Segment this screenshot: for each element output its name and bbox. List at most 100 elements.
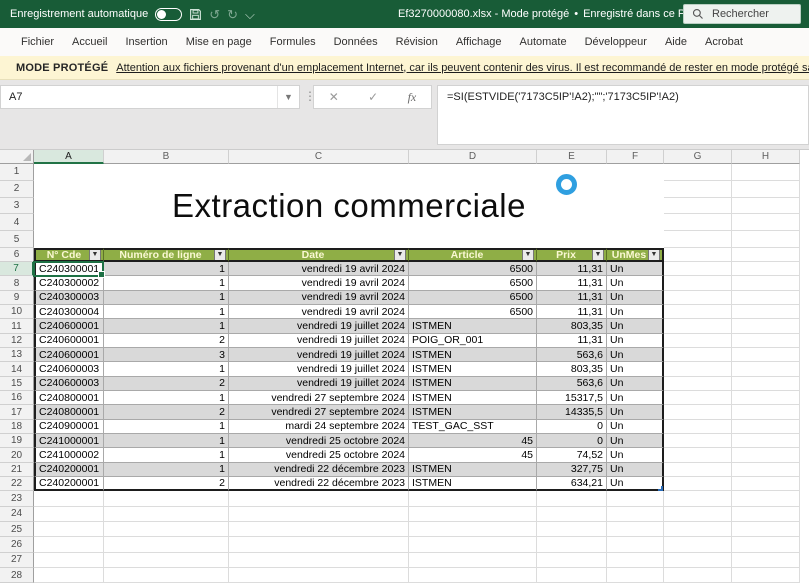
row-header-21[interactable]: 21 [0,463,34,477]
cell[interactable] [732,522,800,537]
cell-F18[interactable]: Un [607,420,664,434]
table-header-2[interactable]: Date▼ [229,248,409,262]
cell-E9[interactable]: 11,31 [537,291,607,305]
cell-D14[interactable]: ISTMEN [409,362,537,376]
cell[interactable] [664,537,732,552]
cell[interactable] [34,568,104,583]
cell-C9[interactable]: vendredi 19 avril 2024 [229,291,409,305]
formula-input[interactable]: =SI(ESTVIDE('7173C5IP'!A2);"";'7173C5IP'… [437,85,809,145]
cell-A12[interactable]: C240600001 [34,334,104,348]
filter-dropdown-icon[interactable]: ▼ [394,249,406,261]
table-header-3[interactable]: Article▼ [409,248,537,262]
cell[interactable] [732,198,800,215]
column-header-B[interactable]: B [104,150,229,164]
tab-accueil[interactable]: Accueil [63,28,116,56]
row-header-28[interactable]: 28 [0,568,34,583]
cell[interactable] [732,553,800,568]
cell-C14[interactable]: vendredi 19 juillet 2024 [229,362,409,376]
cell-F21[interactable]: Un [607,463,664,477]
cell-C19[interactable]: vendredi 25 octobre 2024 [229,434,409,448]
row-header-14[interactable]: 14 [0,362,34,376]
cell-F16[interactable]: Un [607,391,664,405]
name-box-dropdown-icon[interactable]: ▼ [277,86,299,108]
cell-B11[interactable]: 1 [104,319,229,333]
cell[interactable] [664,348,732,362]
cell-A13[interactable]: C240600001 [34,348,104,362]
saved-status[interactable]: Enregistré dans ce PC [583,8,693,20]
cell[interactable] [537,568,607,583]
cell[interactable] [104,553,229,568]
insert-function-icon[interactable]: fx [408,90,417,105]
cell-D18[interactable]: TEST_GAC_SST [409,420,537,434]
cell[interactable] [732,291,800,305]
cell[interactable] [229,537,409,552]
cell-F10[interactable]: Un [607,305,664,319]
cell[interactable] [664,214,732,231]
cell-F9[interactable]: Un [607,291,664,305]
cell[interactable] [409,568,537,583]
cell-D9[interactable]: 6500 [409,291,537,305]
cell-B22[interactable]: 2 [104,477,229,491]
cell-F14[interactable]: Un [607,362,664,376]
banner-message-link[interactable]: Attention aux fichiers provenant d'un em… [116,62,809,74]
row-header-17[interactable]: 17 [0,405,34,419]
tab-formules[interactable]: Formules [261,28,325,56]
cell-F7[interactable]: Un [607,262,664,276]
cell[interactable] [607,507,664,522]
cell-F13[interactable]: Un [607,348,664,362]
cell[interactable] [537,553,607,568]
cell[interactable] [229,507,409,522]
cell[interactable] [732,248,800,262]
row-header-7[interactable]: 7 [0,262,34,276]
name-box[interactable]: A7 ▼ [0,85,300,109]
cell[interactable] [664,262,732,276]
cell-E18[interactable]: 0 [537,420,607,434]
cell-A19[interactable]: C241000001 [34,434,104,448]
cell[interactable] [732,262,800,276]
cell-E12[interactable]: 11,31 [537,334,607,348]
cell-C20[interactable]: vendredi 25 octobre 2024 [229,448,409,462]
table-header-0[interactable]: N° Cde▼ [34,248,104,262]
cell-F11[interactable]: Un [607,319,664,333]
cell[interactable] [732,334,800,348]
cell[interactable] [34,522,104,537]
undo-icon[interactable]: ↺ [209,8,220,21]
cell-C7[interactable]: vendredi 19 avril 2024 [229,262,409,276]
cell-E17[interactable]: 14335,5 [537,405,607,419]
filter-dropdown-icon[interactable]: ▼ [214,249,226,261]
cell[interactable] [664,362,732,376]
cell[interactable] [664,377,732,391]
cell[interactable] [607,568,664,583]
cell[interactable] [229,553,409,568]
cell[interactable] [732,276,800,290]
table-header-4[interactable]: Prix▼ [537,248,607,262]
cell[interactable] [664,522,732,537]
tab-donn-es[interactable]: Données [325,28,387,56]
row-header-4[interactable]: 4 [0,214,34,231]
customize-qat-icon[interactable]: ⌵ [245,8,255,21]
save-icon[interactable] [189,8,202,21]
cell[interactable] [732,507,800,522]
cell-D22[interactable]: ISTMEN [409,477,537,491]
tab-insertion[interactable]: Insertion [116,28,176,56]
cell-F12[interactable]: Un [607,334,664,348]
row-header-18[interactable]: 18 [0,420,34,434]
cell-C17[interactable]: vendredi 27 septembre 2024 [229,405,409,419]
row-header-5[interactable]: 5 [0,231,34,248]
column-header-E[interactable]: E [537,150,607,164]
cell[interactable] [664,477,732,491]
cell-B14[interactable]: 1 [104,362,229,376]
cell[interactable] [607,522,664,537]
cell[interactable] [229,491,409,506]
tab-aide[interactable]: Aide [656,28,696,56]
cell-B7[interactable]: 1 [104,262,229,276]
tab-fichier[interactable]: Fichier [12,28,63,56]
cell[interactable] [664,276,732,290]
cell[interactable] [664,319,732,333]
row-header-1[interactable]: 1 [0,164,34,181]
cell[interactable] [229,522,409,537]
cell[interactable] [664,434,732,448]
cell-D10[interactable]: 6500 [409,305,537,319]
filter-dropdown-icon[interactable]: ▼ [522,249,534,261]
cell[interactable] [409,553,537,568]
